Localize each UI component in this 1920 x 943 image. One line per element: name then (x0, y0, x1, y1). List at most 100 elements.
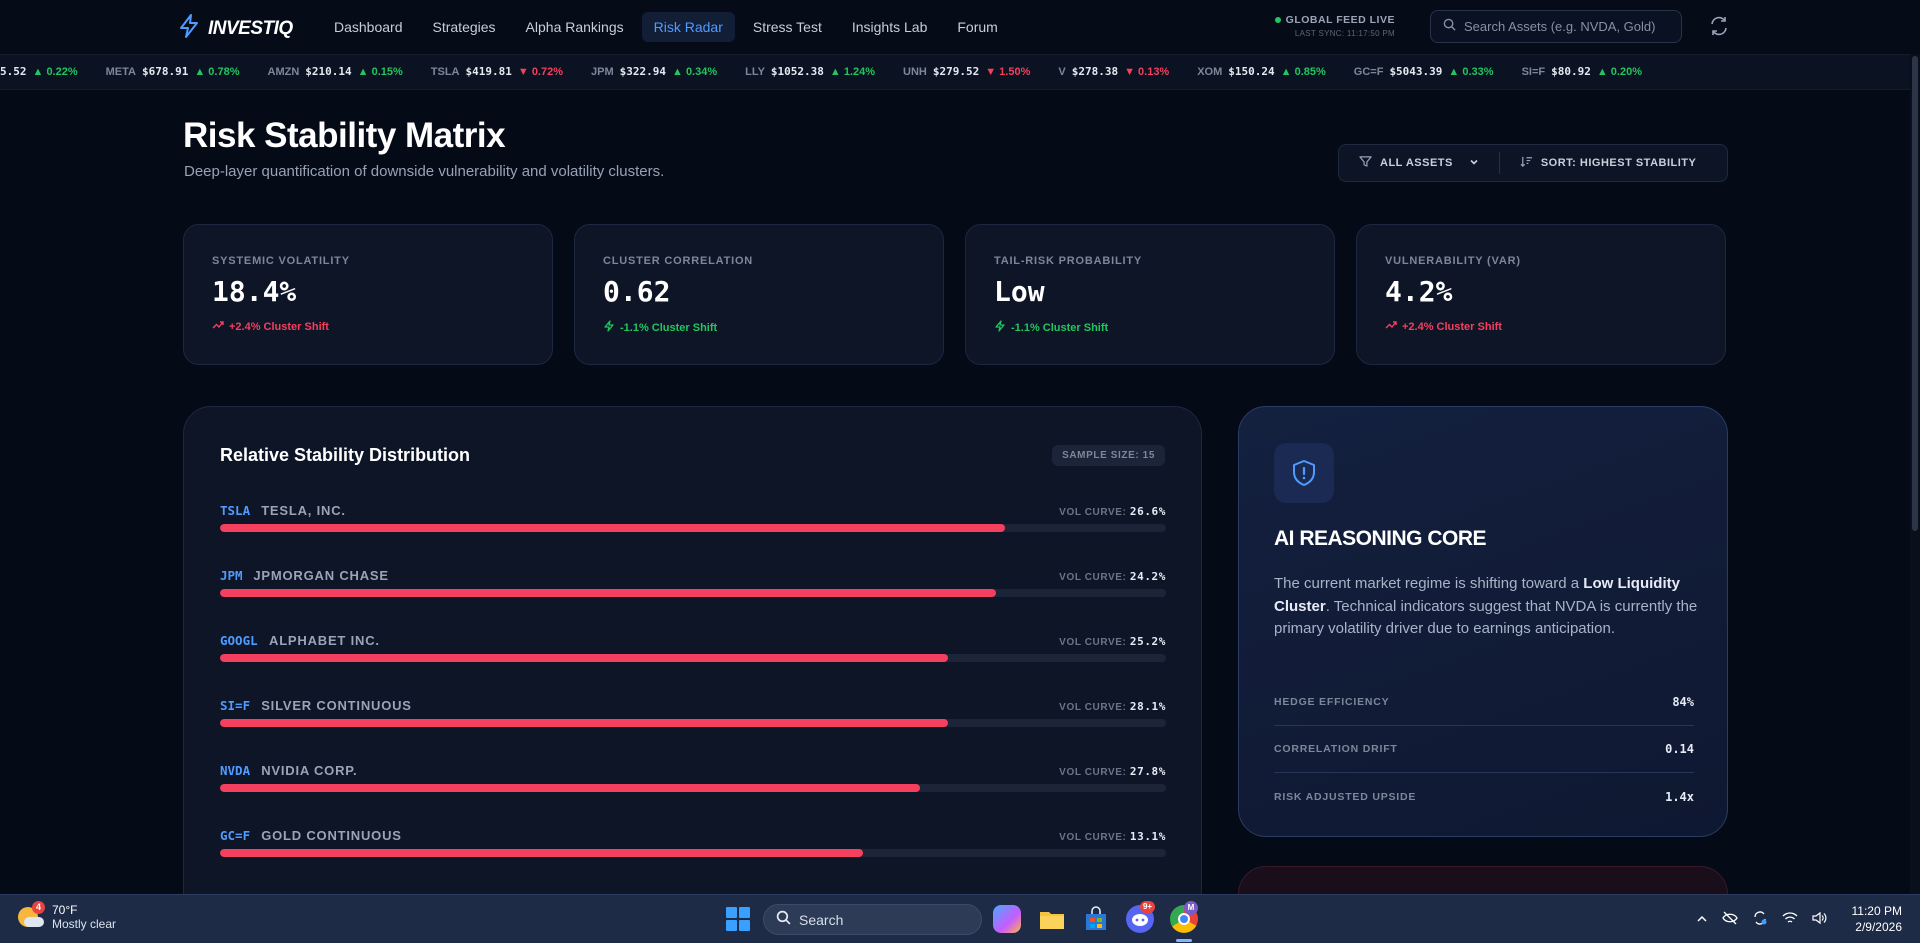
metric-value: 0.14 (1665, 742, 1694, 756)
search-placeholder: Search Assets (e.g. NVDA, Gold) (1464, 19, 1656, 34)
stability-row[interactable]: GC=F GOLD CONTINUOUS VOL CURVE: 13.1% (220, 828, 1166, 893)
ticker-item[interactable]: SI=F $80.92 ▲ 0.20% (1522, 65, 1642, 78)
ticker-symbol: XOM (1197, 65, 1223, 78)
logo[interactable]: INVESTIQ (178, 14, 293, 43)
ticker-item[interactable]: LLY $1052.38 ▲ 1.24% (745, 65, 875, 78)
nav-link-stress-test[interactable]: Stress Test (741, 12, 834, 42)
last-sync: LAST SYNC: 11:17:50 PM (1294, 29, 1395, 38)
asset-name: SILVER CONTINUOUS (261, 698, 412, 713)
stability-bar-fill (220, 849, 864, 857)
chevron-up-icon[interactable] (1696, 912, 1708, 930)
vol-curve: VOL CURVE: 27.8% (1059, 765, 1166, 778)
nav-link-dashboard[interactable]: Dashboard (322, 12, 415, 42)
search-input[interactable]: Search Assets (e.g. NVDA, Gold) (1430, 10, 1682, 43)
copilot-icon[interactable] (993, 905, 1021, 933)
taskbar-search-label: Search (799, 911, 844, 928)
stability-row[interactable]: SI=F SILVER CONTINUOUS VOL CURVE: 28.1% (220, 698, 1166, 763)
kpi-delta: -1.1% Cluster Shift (603, 320, 915, 335)
ai-metric-row: RISK ADJUSTED UPSIDE 1.4x (1274, 773, 1694, 820)
ticker-price: $80.92 (1551, 65, 1591, 78)
ticker-symbol: LLY (745, 65, 765, 78)
ticker-change: ▲ 0.78% (194, 65, 240, 78)
ticker-item[interactable]: GC=F $5043.39 ▲ 0.33% (1354, 65, 1494, 78)
ticker-symbol: UNH (903, 65, 927, 78)
stability-bar-track (220, 719, 1166, 727)
page-subtitle: Deep-layer quantification of downside vu… (184, 163, 665, 180)
kpi-label: TAIL-RISK PROBABILITY (994, 255, 1142, 267)
ticker-item[interactable]: XOM $150.24 ▲ 0.85% (1197, 65, 1326, 78)
sync-icon[interactable] (1752, 910, 1768, 931)
system-clock[interactable]: 11:20 PM 2/9/2026 (1848, 903, 1902, 935)
stability-bar-fill (220, 589, 996, 597)
asset-symbol: NVDA (220, 763, 251, 778)
ticker-change: ▲ 0.34% (672, 65, 718, 78)
stability-row[interactable]: JPM JPMORGAN CHASE VOL CURVE: 24.2% (220, 568, 1166, 633)
nav-link-forum[interactable]: Forum (945, 12, 1009, 42)
kpi-value: 18.4% (212, 275, 297, 308)
ticker-price: $322.94 (619, 65, 666, 78)
vol-curve: VOL CURVE: 25.2% (1059, 635, 1166, 648)
ticker-symbol: JPM (591, 65, 614, 78)
ticker-symbol: V (1058, 65, 1066, 78)
stability-row[interactable]: GOOGL ALPHABET INC. VOL CURVE: 25.2% (220, 633, 1166, 698)
asset-symbol: JPM (220, 568, 243, 583)
feed-status-label: GLOBAL FEED LIVE (1285, 14, 1395, 26)
scrollbar-thumb[interactable] (1912, 56, 1918, 531)
nav-link-risk-radar[interactable]: Risk Radar (641, 12, 735, 42)
ticker-tape: 5.52 ▲ 0.22% META $678.91 ▲ 0.78% AMZN $210.14… (0, 54, 1920, 90)
ticker-item[interactable]: V $278.38 ▼ 0.13% (1058, 65, 1169, 78)
nav-link-alpha-rankings[interactable]: Alpha Rankings (514, 12, 636, 42)
asset-filter-dropdown[interactable]: ALL ASSETS (1339, 155, 1499, 171)
weather-desc: Mostly clear (52, 917, 117, 931)
sort-icon (1520, 155, 1533, 171)
ticker-item[interactable]: UNH $279.52 ▼ 1.50% (903, 65, 1030, 78)
file-explorer-icon[interactable] (1038, 905, 1066, 933)
stability-bar-fill (220, 524, 1006, 532)
ticker-item[interactable]: 5.52 ▲ 0.22% (0, 65, 78, 78)
asset-filter-label: ALL ASSETS (1380, 157, 1453, 169)
ticker-price: 5.52 (0, 65, 27, 78)
ticker-price: $279.52 (932, 65, 980, 78)
stability-distribution-panel: Relative Stability Distribution SAMPLE S… (183, 406, 1202, 943)
stability-row[interactable]: NVDA NVIDIA CORP. VOL CURVE: 27.8% (220, 763, 1166, 828)
ticker-item[interactable]: META $678.91 ▲ 0.78% (106, 65, 240, 78)
ticker-change: ▲ 1.24% (829, 65, 876, 78)
nav-link-insights-lab[interactable]: Insights Lab (840, 12, 940, 42)
page-scrollbar[interactable] (1910, 54, 1920, 894)
filter-icon (1359, 155, 1372, 171)
ticker-item[interactable]: TSLA $419.81 ▼ 0.72% (431, 65, 563, 78)
app-name: INVESTIQ (208, 17, 293, 39)
chrome-profile-badge: M (1184, 901, 1198, 915)
windows-start-icon[interactable] (726, 907, 750, 931)
asset-name: NVIDIA CORP. (261, 763, 358, 778)
shield-alert-icon (1274, 443, 1334, 503)
kpi-value: 0.62 (603, 275, 671, 308)
weather-widget[interactable]: 4 70°F Mostly clear (16, 901, 117, 931)
kpi-label: SYSTEMIC VOLATILITY (212, 255, 350, 267)
taskbar-search[interactable]: Search (763, 904, 982, 935)
asset-symbol: GC=F (220, 828, 251, 843)
ticker-change: ▼ 0.72% (517, 65, 564, 78)
stability-row[interactable]: TSLA TESLA, INC. VOL CURVE: 26.6% (220, 503, 1166, 568)
ticker-change: ▲ 0.15% (357, 65, 403, 78)
asset-symbol: GOOGL (220, 633, 258, 648)
eye-off-icon[interactable] (1722, 911, 1738, 930)
ticker-price: $278.38 (1071, 65, 1119, 78)
sort-button[interactable]: SORT: HIGHEST STABILITY (1500, 155, 1717, 171)
ticker-symbol: AMZN (267, 65, 300, 78)
ai-reasoning-card: AI REASONING CORE The current market reg… (1238, 406, 1728, 837)
trend-up-icon (212, 320, 224, 333)
store-icon[interactable] (1082, 905, 1110, 933)
ticker-item[interactable]: AMZN $210.14 ▲ 0.15% (268, 65, 403, 78)
ticker-item[interactable]: JPM $322.94 ▲ 0.34% (591, 65, 717, 78)
volume-icon[interactable] (1812, 911, 1828, 930)
wifi-icon[interactable] (1782, 911, 1798, 930)
sample-size-badge: SAMPLE SIZE: 15 (1052, 445, 1165, 466)
ai-metric-row: HEDGE EFFICIENCY 84% (1274, 679, 1694, 726)
weather-icon: 4 (16, 901, 45, 931)
asset-name: JPMORGAN CHASE (253, 568, 389, 583)
panel-title: Relative Stability Distribution (220, 445, 471, 465)
refresh-icon[interactable] (1708, 15, 1730, 42)
nav-link-strategies[interactable]: Strategies (421, 12, 508, 42)
ticker-change: ▲ 0.33% (1448, 65, 1494, 78)
